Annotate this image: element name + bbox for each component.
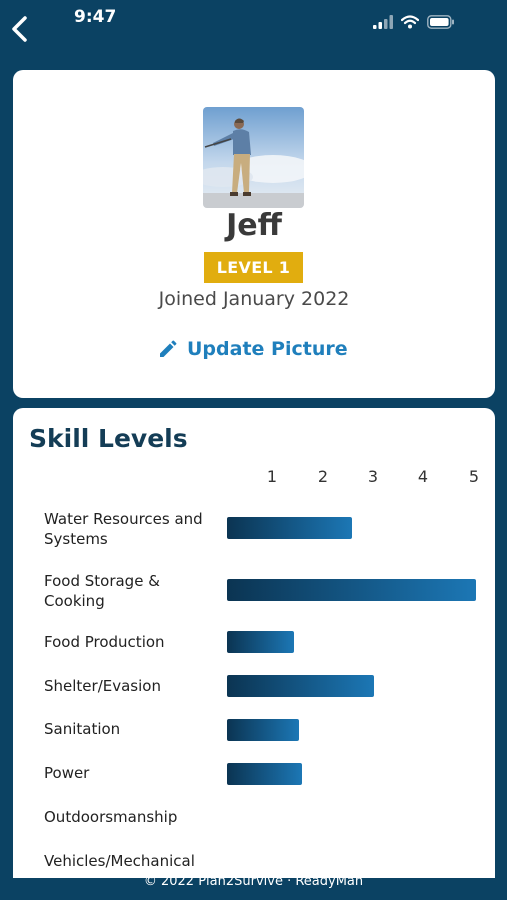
skill-label-power: Power <box>44 764 90 782</box>
back-button[interactable] <box>8 14 34 44</box>
scale-label-4: 4 <box>417 467 429 486</box>
footer-copyright: © 2022 Plan2Survive · ReadyMan <box>143 874 364 889</box>
skills-title: Skill Levels <box>29 424 188 453</box>
update-picture-button[interactable]: Update Picture <box>158 335 348 363</box>
user-name: Jeff <box>226 208 282 243</box>
scale-label-1: 1 <box>266 467 278 486</box>
skill-label-vehicles: Vehicles/Mechanical <box>44 852 195 870</box>
status-bar: 9:47 <box>0 0 507 52</box>
battery-icon <box>427 15 454 29</box>
profile-photo <box>203 107 304 208</box>
skills-card: Skill Levels 1 2 3 4 5 Water Resources a… <box>13 408 495 878</box>
skill-label-shelter: Shelter/Evasion <box>44 677 161 695</box>
scale-label-3: 3 <box>367 467 379 486</box>
scale-label-5: 5 <box>468 467 480 486</box>
skill-bar-water <box>227 517 352 539</box>
scale-label-2: 2 <box>317 467 329 486</box>
joined-date: Joined January 2022 <box>158 288 350 310</box>
skill-label-food-production: Food Production <box>44 633 165 651</box>
profile-card: Jeff LEVEL 1 Joined January 2022 Update … <box>13 70 495 398</box>
wifi-icon <box>401 15 419 29</box>
signal-icon <box>373 15 393 29</box>
status-time: 9:47 <box>74 7 117 27</box>
level-badge: LEVEL 1 <box>204 252 303 283</box>
skill-bar-shelter <box>227 675 374 697</box>
skill-label-water: Water Resources and Systems <box>44 510 203 548</box>
skill-bar-sanitation <box>227 719 299 741</box>
skill-label-outdoorsmanship: Outdoorsmanship <box>44 808 178 826</box>
update-picture-label: Update Picture <box>187 338 348 360</box>
avatar[interactable] <box>203 107 304 208</box>
pencil-icon <box>160 340 177 357</box>
skill-bar-food-production <box>227 631 294 653</box>
system-icons <box>373 12 455 32</box>
chevron-left-icon <box>12 16 27 42</box>
skill-bar-food-storage <box>227 579 476 601</box>
skill-label-food-storage: Food Storage & Cooking <box>44 572 160 610</box>
skill-label-sanitation: Sanitation <box>44 720 121 738</box>
skill-bar-power <box>227 763 302 785</box>
